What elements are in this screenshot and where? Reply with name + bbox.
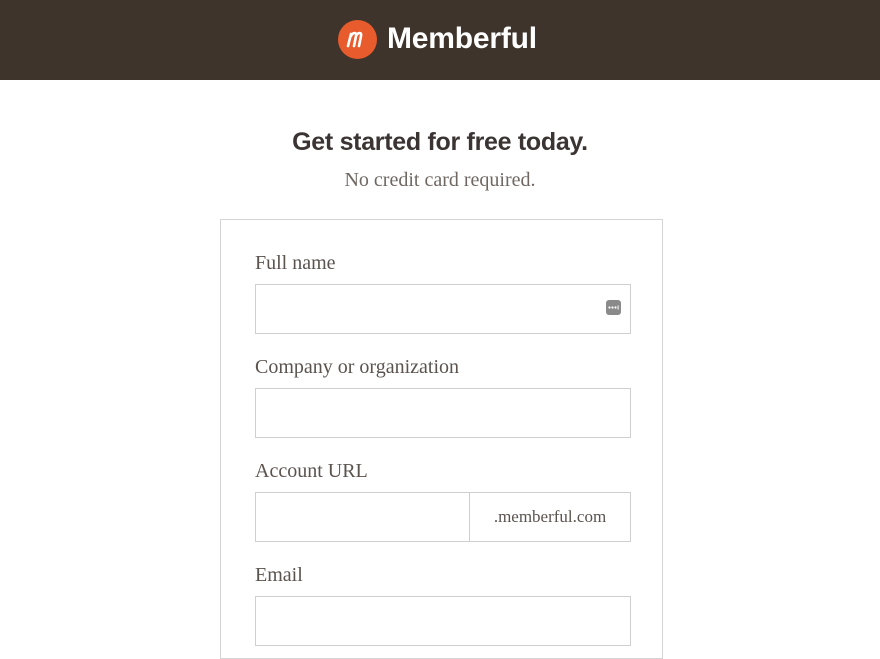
account-url-input[interactable]: .memberful.com bbox=[255, 492, 631, 542]
email-label: Email bbox=[255, 564, 303, 586]
brand[interactable]: Memberful bbox=[338, 19, 537, 59]
email-input[interactable] bbox=[255, 596, 631, 646]
full-name-label: Full name bbox=[255, 252, 336, 274]
email-field: Email bbox=[255, 562, 631, 646]
account-url-suffix: .memberful.com bbox=[469, 493, 630, 541]
company-input[interactable] bbox=[255, 388, 631, 438]
full-name-field: Full name bbox=[255, 250, 631, 334]
page-title: Get started for free today. bbox=[292, 128, 588, 156]
hero: Get started for free today. No credit ca… bbox=[0, 128, 880, 192]
logo-m-glyph bbox=[346, 31, 362, 48]
autofill-dots-glyph bbox=[608, 305, 619, 310]
account-url-field: Account URL .memberful.com bbox=[255, 458, 631, 542]
page-subtitle: No credit card required. bbox=[344, 169, 536, 191]
autofill-icon[interactable] bbox=[606, 300, 621, 315]
company-label: Company or organization bbox=[255, 356, 460, 378]
top-header: Memberful bbox=[0, 0, 880, 80]
company-field: Company or organization bbox=[255, 354, 631, 438]
full-name-input[interactable] bbox=[255, 284, 631, 334]
account-url-label: Account URL bbox=[255, 460, 368, 482]
brand-name: Memberful bbox=[387, 22, 537, 55]
memberful-logo-icon bbox=[338, 19, 377, 59]
signup-form-card: Full name Company or organization Accoun… bbox=[220, 219, 663, 659]
